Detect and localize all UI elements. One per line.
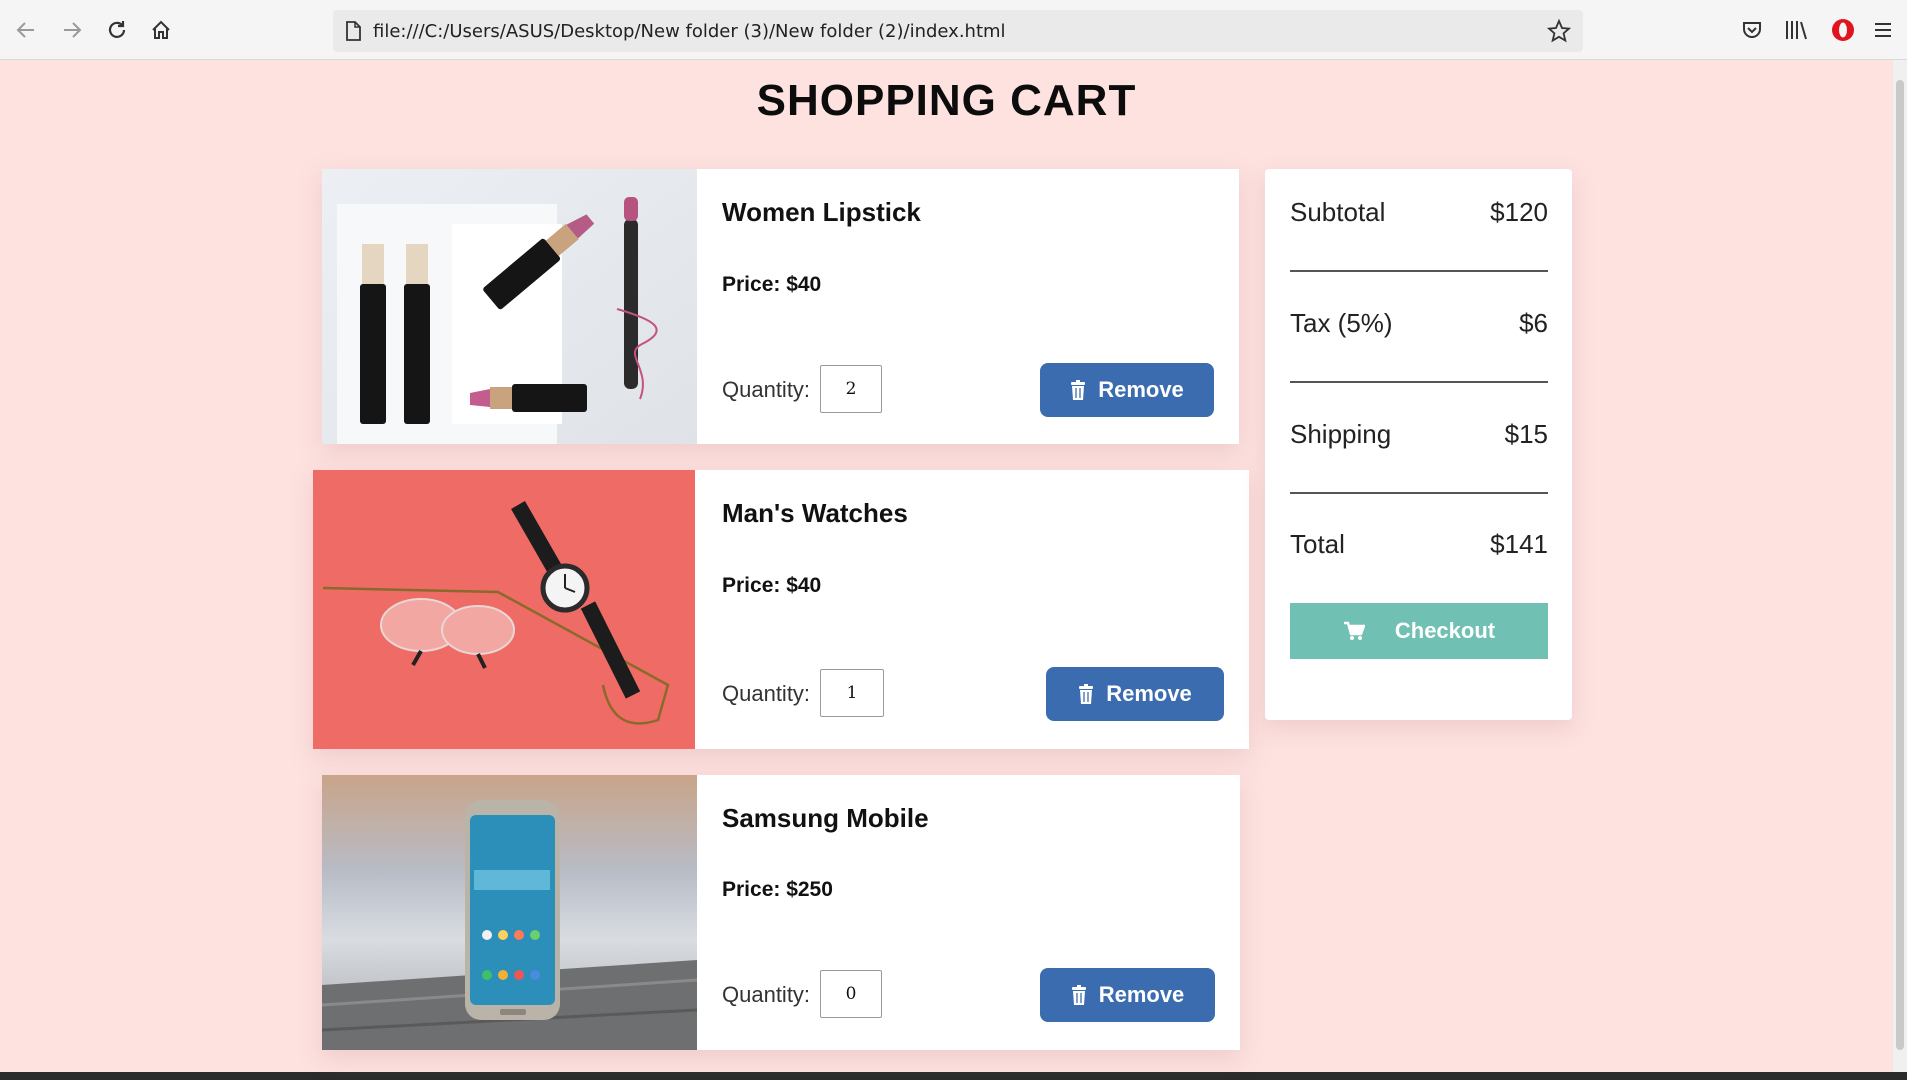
- cart-item-watch: Man's Watches Price: $40 Quantity: Remov…: [313, 470, 1249, 749]
- total-row: Total $141: [1290, 529, 1548, 560]
- opera-icon[interactable]: [1827, 14, 1859, 46]
- lipstick-photo: [322, 169, 697, 444]
- home-icon[interactable]: [145, 14, 177, 46]
- forward-icon[interactable]: [56, 14, 88, 46]
- quantity-label: Quantity:: [722, 982, 811, 1007]
- bookmark-star-icon[interactable]: [1546, 18, 1572, 48]
- quantity-input[interactable]: [820, 669, 884, 717]
- divider: [1290, 270, 1548, 272]
- trash-icon: [1079, 684, 1094, 704]
- total-value: $141: [1490, 529, 1548, 559]
- subtotal-label: Subtotal: [1290, 197, 1386, 227]
- pocket-icon[interactable]: [1736, 14, 1768, 46]
- quantity-input[interactable]: [820, 365, 882, 413]
- quantity-label: Quantity:: [722, 377, 811, 402]
- quantity-label: Quantity:: [722, 681, 811, 706]
- cart-item-lipstick: Women Lipstick Price: $40 Quantity: Remo…: [322, 169, 1239, 444]
- item-name: Women Lipstick: [722, 197, 921, 227]
- item-name: Man's Watches: [722, 498, 908, 528]
- library-icon[interactable]: [1780, 14, 1812, 46]
- remove-button-label: Remove: [1106, 681, 1192, 706]
- page-title: SHOPPING CART: [756, 76, 1137, 125]
- item-price: Price: $40: [722, 574, 822, 597]
- phone-photo: [322, 775, 697, 1050]
- trash-icon: [1071, 380, 1086, 400]
- remove-button[interactable]: Remove: [1040, 968, 1215, 1022]
- shipping-label: Shipping: [1290, 419, 1392, 449]
- browser-toolbar: file:///C:/Users/ASUS/Desktop/New folder…: [0, 0, 1907, 60]
- item-name: Samsung Mobile: [722, 803, 929, 833]
- window-bottom-edge: [0, 1072, 1907, 1080]
- url-text: file:///C:/Users/ASUS/Desktop/New folder…: [373, 20, 1006, 42]
- shipping-row: Shipping $15: [1290, 419, 1548, 450]
- item-price: Price: $40: [722, 273, 822, 296]
- page-scrollbar[interactable]: [1893, 60, 1907, 1072]
- checkout-label: Checkout: [1394, 618, 1496, 643]
- total-label: Total: [1290, 529, 1345, 559]
- subtotal-value: $120: [1490, 197, 1548, 227]
- remove-button[interactable]: Remove: [1040, 363, 1214, 417]
- cart-item-phone: Samsung Mobile Price: $250 Quantity: Rem…: [322, 775, 1240, 1050]
- divider: [1290, 381, 1548, 383]
- quantity-input[interactable]: [820, 970, 882, 1018]
- trash-icon: [1071, 985, 1086, 1005]
- checkout-button[interactable]: Checkout: [1290, 603, 1548, 659]
- menu-icon[interactable]: [1871, 14, 1895, 46]
- tax-value: $6: [1519, 308, 1548, 338]
- reload-icon[interactable]: [101, 14, 133, 46]
- remove-button-label: Remove: [1098, 982, 1185, 1007]
- tax-row: Tax (5%) $6: [1290, 308, 1548, 339]
- order-summary: Subtotal $120 Tax (5%) $6 Shipping $15 T…: [1265, 169, 1572, 720]
- page-icon: [333, 21, 373, 41]
- remove-button[interactable]: Remove: [1046, 667, 1224, 721]
- scroll-thumb[interactable]: [1896, 80, 1904, 1050]
- divider: [1290, 492, 1548, 494]
- address-bar[interactable]: file:///C:/Users/ASUS/Desktop/New folder…: [333, 10, 1583, 52]
- tax-label: Tax (5%): [1290, 308, 1393, 338]
- cart-icon: [1343, 621, 1365, 640]
- watch-photo: [313, 470, 695, 749]
- subtotal-row: Subtotal $120: [1290, 197, 1548, 228]
- shipping-value: $15: [1504, 419, 1548, 449]
- back-icon[interactable]: [10, 14, 42, 46]
- item-price: Price: $250: [722, 878, 833, 901]
- remove-button-label: Remove: [1098, 377, 1184, 402]
